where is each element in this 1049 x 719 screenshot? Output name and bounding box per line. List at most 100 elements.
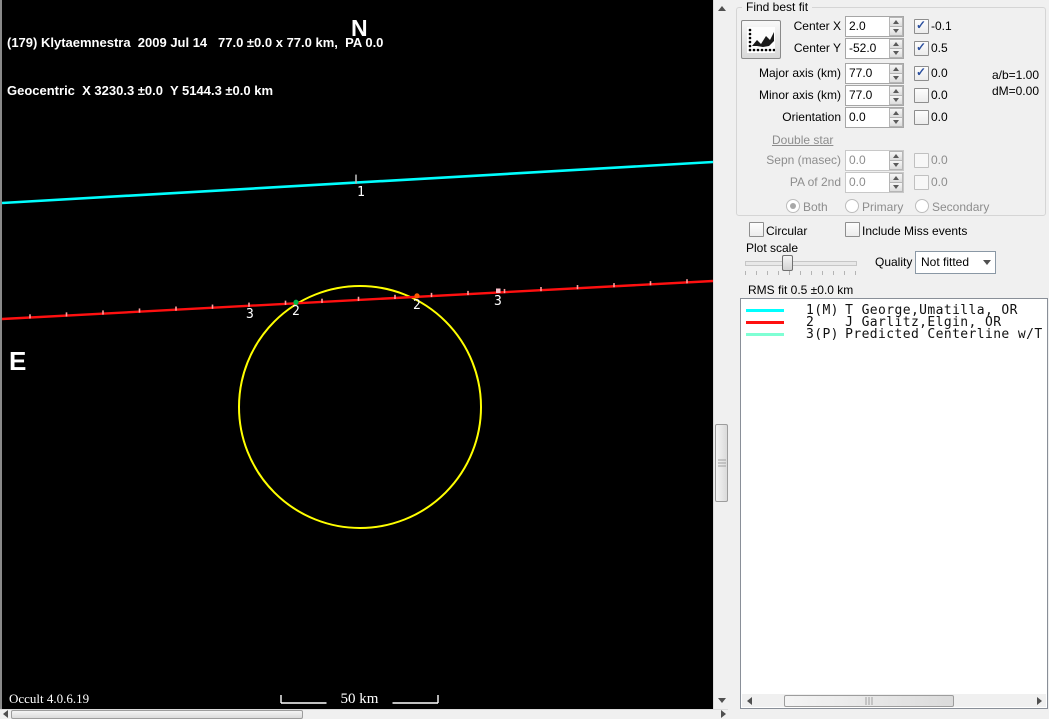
- orientation-spinner[interactable]: [889, 108, 903, 127]
- north-direction-label: N: [351, 15, 368, 42]
- spin-up-icon: [893, 42, 899, 46]
- spin-down-icon: [893, 76, 899, 80]
- separation-label: Sepn (masec): [721, 153, 841, 167]
- up-arrow-icon: [718, 6, 726, 11]
- axis-ratio-label: a/b=1.00: [992, 68, 1039, 82]
- pa-2nd-checkbox: [914, 175, 929, 190]
- rms-fit-label: RMS fit 0.5 ±0.0 km: [748, 283, 853, 297]
- separation-result: 0.0: [931, 153, 948, 167]
- major-axis-input[interactable]: 77.0: [845, 63, 904, 84]
- center-x-input[interactable]: 2.0: [845, 16, 904, 37]
- fit-control-panel: Find best fit Center X 2.0 -0.1 Center Y…: [728, 0, 1049, 718]
- svg-text:1: 1: [357, 185, 365, 200]
- dm-label: dM=0.00: [992, 84, 1039, 98]
- svg-text:2: 2: [413, 298, 421, 313]
- asteroid-event-title: (179) Klytaemnestra 2009 Jul 14 77.0 ±0.…: [7, 35, 383, 51]
- pa-2nd-input: 0.0: [845, 172, 904, 193]
- separation-spinner: [889, 151, 903, 170]
- major-axis-label: Major axis (km): [721, 66, 841, 80]
- scroll-up-button[interactable]: [714, 2, 729, 15]
- center-y-result: 0.5: [931, 41, 948, 55]
- pa-2nd-result: 0.0: [931, 175, 948, 189]
- predicted-color-swatch: [746, 333, 784, 336]
- quality-label: Quality: [875, 255, 912, 269]
- chord2-color-swatch: [746, 321, 784, 324]
- scroll-down-button[interactable]: [714, 694, 729, 707]
- major-axis-checkbox[interactable]: [914, 66, 929, 81]
- plot-scale-slider-ticks: [745, 271, 857, 275]
- occultation-plot-canvas[interactable]: 1 3 2 2 3 50 km (179) Klytaemnestra 2009 Jul …: [2, 0, 713, 709]
- orientation-checkbox[interactable]: [914, 110, 929, 125]
- center-y-input[interactable]: -52.0: [845, 38, 904, 59]
- svg-text:2: 2: [292, 304, 300, 319]
- scroll-left-button[interactable]: [0, 710, 10, 718]
- legend-row-station-3[interactable]: 3(P)Predicted Centerline w/T: [746, 329, 1047, 341]
- spin-up-icon: [893, 176, 899, 180]
- center-x-spinner[interactable]: [889, 17, 903, 36]
- minor-axis-spinner[interactable]: [889, 86, 903, 105]
- major-axis-spinner[interactable]: [889, 64, 903, 83]
- plot-scale-label: Plot scale: [746, 241, 798, 255]
- plot-scale-slider-track[interactable]: [745, 261, 857, 266]
- primary-radio-label: Primary: [862, 200, 903, 214]
- double-star-title: Double star: [772, 133, 833, 147]
- both-radio-label: Both: [803, 200, 828, 214]
- circular-label: Circular: [766, 224, 807, 238]
- plot-vertical-scrollbar[interactable]: [713, 0, 729, 709]
- secondary-radio: [915, 199, 929, 213]
- primary-radio: [845, 199, 859, 213]
- legend-scroll-thumb[interactable]: [784, 695, 954, 707]
- right-arrow-icon: [1037, 697, 1042, 705]
- quality-dropdown[interactable]: Not fitted: [915, 251, 996, 274]
- orientation-input[interactable]: 0.0: [845, 107, 904, 128]
- svg-text:50 km: 50 km: [341, 691, 379, 707]
- spin-up-icon: [893, 67, 899, 71]
- legend-horizontal-scrollbar[interactable]: [742, 694, 1046, 707]
- svg-text:3: 3: [494, 294, 502, 309]
- minor-axis-label: Minor axis (km): [721, 88, 841, 102]
- thumb-grip-icon: [866, 697, 873, 705]
- app-version-label: Occult 4.0.6.19: [9, 691, 89, 707]
- left-arrow-icon: [3, 710, 8, 718]
- minor-axis-input[interactable]: 77.0: [845, 85, 904, 106]
- separation-input: 0.0: [845, 150, 904, 171]
- spin-down-icon: [893, 29, 899, 33]
- orientation-result: 0.0: [931, 110, 948, 124]
- spin-up-icon: [893, 154, 899, 158]
- geocentric-coords: Geocentric X 3230.3 ±0.0 Y 5144.3 ±0.0 k…: [7, 83, 383, 99]
- plot-header-text: (179) Klytaemnestra 2009 Jul 14 77.0 ±0.…: [7, 3, 383, 131]
- legend-scroll-left-button[interactable]: [744, 694, 754, 707]
- station-id: 3(P): [806, 327, 845, 342]
- include-miss-checkbox[interactable]: [845, 222, 860, 237]
- spin-up-icon: [893, 111, 899, 115]
- circular-checkbox[interactable]: [749, 222, 764, 237]
- spin-down-icon: [893, 98, 899, 102]
- include-miss-label: Include Miss events: [862, 224, 967, 238]
- svg-text:3: 3: [246, 307, 254, 322]
- east-direction-label: E: [9, 346, 26, 377]
- center-y-checkbox[interactable]: [914, 41, 929, 56]
- separation-checkbox: [914, 153, 929, 168]
- orientation-label: Orientation: [721, 110, 841, 124]
- station-legend-list[interactable]: 1(M)T George,Umatilla, OR 2J Garlitz,Elg…: [740, 298, 1048, 709]
- minor-axis-result: 0.0: [931, 88, 948, 102]
- pa-2nd-spinner: [889, 173, 903, 192]
- right-arrow-icon: [721, 710, 726, 718]
- legend-scroll-right-button[interactable]: [1034, 694, 1044, 707]
- secondary-radio-label: Secondary: [932, 200, 989, 214]
- left-arrow-icon: [747, 697, 752, 705]
- spin-up-icon: [893, 20, 899, 24]
- center-y-spinner[interactable]: [889, 39, 903, 58]
- spin-down-icon: [893, 120, 899, 124]
- vertical-scroll-thumb[interactable]: [715, 424, 728, 502]
- center-y-label: Center Y: [721, 41, 841, 55]
- dropdown-arrow-icon: [983, 260, 991, 265]
- center-x-checkbox[interactable]: [914, 19, 929, 34]
- major-axis-result: 0.0: [931, 66, 948, 80]
- spin-down-icon: [893, 163, 899, 167]
- minor-axis-checkbox[interactable]: [914, 88, 929, 103]
- plot-scale-slider-thumb[interactable]: [782, 255, 793, 271]
- spin-down-icon: [893, 51, 899, 55]
- station-name: Predicted Centerline w/T: [845, 327, 1042, 342]
- scroll-right-button[interactable]: [718, 710, 728, 718]
